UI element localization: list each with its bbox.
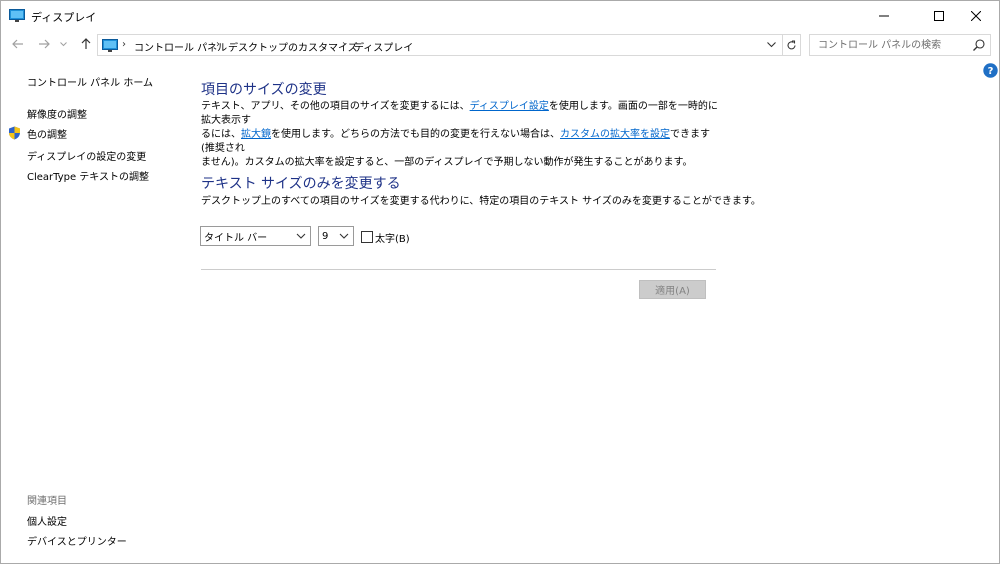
breadcrumb-display[interactable]: ディスプレイ [354,39,413,54]
section-description-text-size: デスクトップ上のすべての項目のサイズを変更する代わりに、特定の項目のテキスト サ… [201,196,761,207]
minimize-icon [879,15,889,17]
sidebar-item-change-display-settings[interactable]: ディスプレイの設定の変更 [27,148,146,163]
help-icon[interactable]: ? [983,63,998,78]
section-heading-change-item-size: 項目のサイズの変更 [201,82,327,98]
breadcrumb-separator-icon: › [342,39,346,50]
forward-button[interactable] [35,35,53,53]
sidebar-related-devices-printers[interactable]: デバイスとプリンター [27,533,127,548]
font-size-select-value: 9 [322,230,329,242]
display-window: ディスプレイ › コントロール パネル › デスクトップのカスタマイズ › ディ… [0,0,1000,564]
close-icon [971,11,981,21]
up-arrow-icon [81,38,91,49]
chevron-down-icon [59,41,67,46]
chevron-down-icon [766,42,776,48]
up-button[interactable] [77,35,95,53]
item-select-value: タイトル バー [204,232,268,244]
sidebar: コントロール パネル ホーム 解像度の調整 色の調整 ディスプレイの設定の変更 … [1,61,191,561]
display-monitor-icon [9,9,25,22]
section-description-item-size: テキスト、アプリ、その他の項目のサイズを変更するには、ディスプレイ設定を使用しま… [201,100,721,170]
divider [201,269,716,270]
control-panel-icon [102,39,118,52]
back-button[interactable] [9,35,27,53]
navigation-bar: › コントロール パネル › デスクトップのカスタマイズ › ディスプレイ [1,33,999,57]
shield-icon [9,126,20,140]
custom-scaling-link[interactable]: カスタムの拡大率を設定 [560,129,670,140]
description-text: ません)。カスタムの拡大率を設定すると、一部のディスプレイで予期しない動作が発生… [201,157,693,168]
chevron-down-icon [296,233,306,239]
address-bar[interactable]: › コントロール パネル › デスクトップのカスタマイズ › ディスプレイ [97,34,801,56]
description-text: テキスト、アプリ、その他の項目のサイズを変更するには、 [201,101,470,112]
bold-checkbox-label[interactable]: 太字(B) [375,230,410,245]
section-heading-change-text-size: テキスト サイズのみを変更する [201,176,401,192]
display-settings-link[interactable]: ディスプレイ設定 [470,101,549,112]
close-button[interactable] [953,1,999,31]
back-arrow-icon [12,39,23,49]
title-bar: ディスプレイ [1,1,999,31]
sidebar-control-panel-home[interactable]: コントロール パネル ホーム [27,74,153,89]
breadcrumb-control-panel[interactable]: コントロール パネル [134,39,227,54]
font-size-select[interactable]: 9 [318,226,354,246]
breadcrumb-separator-icon: › [122,39,126,50]
window-title: ディスプレイ [31,11,97,24]
sidebar-item-adjust-cleartype[interactable]: ClearType テキストの調整 [27,168,149,183]
search-icon[interactable] [972,38,986,52]
recent-locations-button[interactable] [57,35,69,53]
chevron-down-icon [339,233,349,239]
sidebar-related-heading: 関連項目 [27,496,67,507]
description-text: を使用します。どちらの方法でも目的の変更を行えない場合は、 [271,129,560,140]
svg-text:?: ? [988,66,994,77]
description-text: るには、 [201,129,241,140]
item-select[interactable]: タイトル バー [200,226,311,246]
sidebar-item-calibrate-color[interactable]: 色の調整 [27,126,67,141]
search-input[interactable] [810,35,970,55]
refresh-button[interactable] [782,35,800,55]
address-dropdown-button[interactable] [764,38,778,52]
bold-checkbox[interactable] [361,231,373,243]
breadcrumb-separator-icon: › [216,39,220,50]
minimize-button[interactable] [861,1,907,31]
sidebar-related-personalization[interactable]: 個人設定 [27,513,67,528]
breadcrumb-desktop-customization[interactable]: デスクトップのカスタマイズ [228,39,358,54]
refresh-icon [787,39,796,49]
magnifier-link[interactable]: 拡大鏡 [241,129,271,140]
sidebar-item-adjust-resolution[interactable]: 解像度の調整 [27,106,87,121]
apply-button[interactable]: 適用(A) [639,280,706,299]
search-box[interactable] [809,34,991,56]
maximize-icon [934,11,944,21]
forward-arrow-icon [39,39,50,49]
